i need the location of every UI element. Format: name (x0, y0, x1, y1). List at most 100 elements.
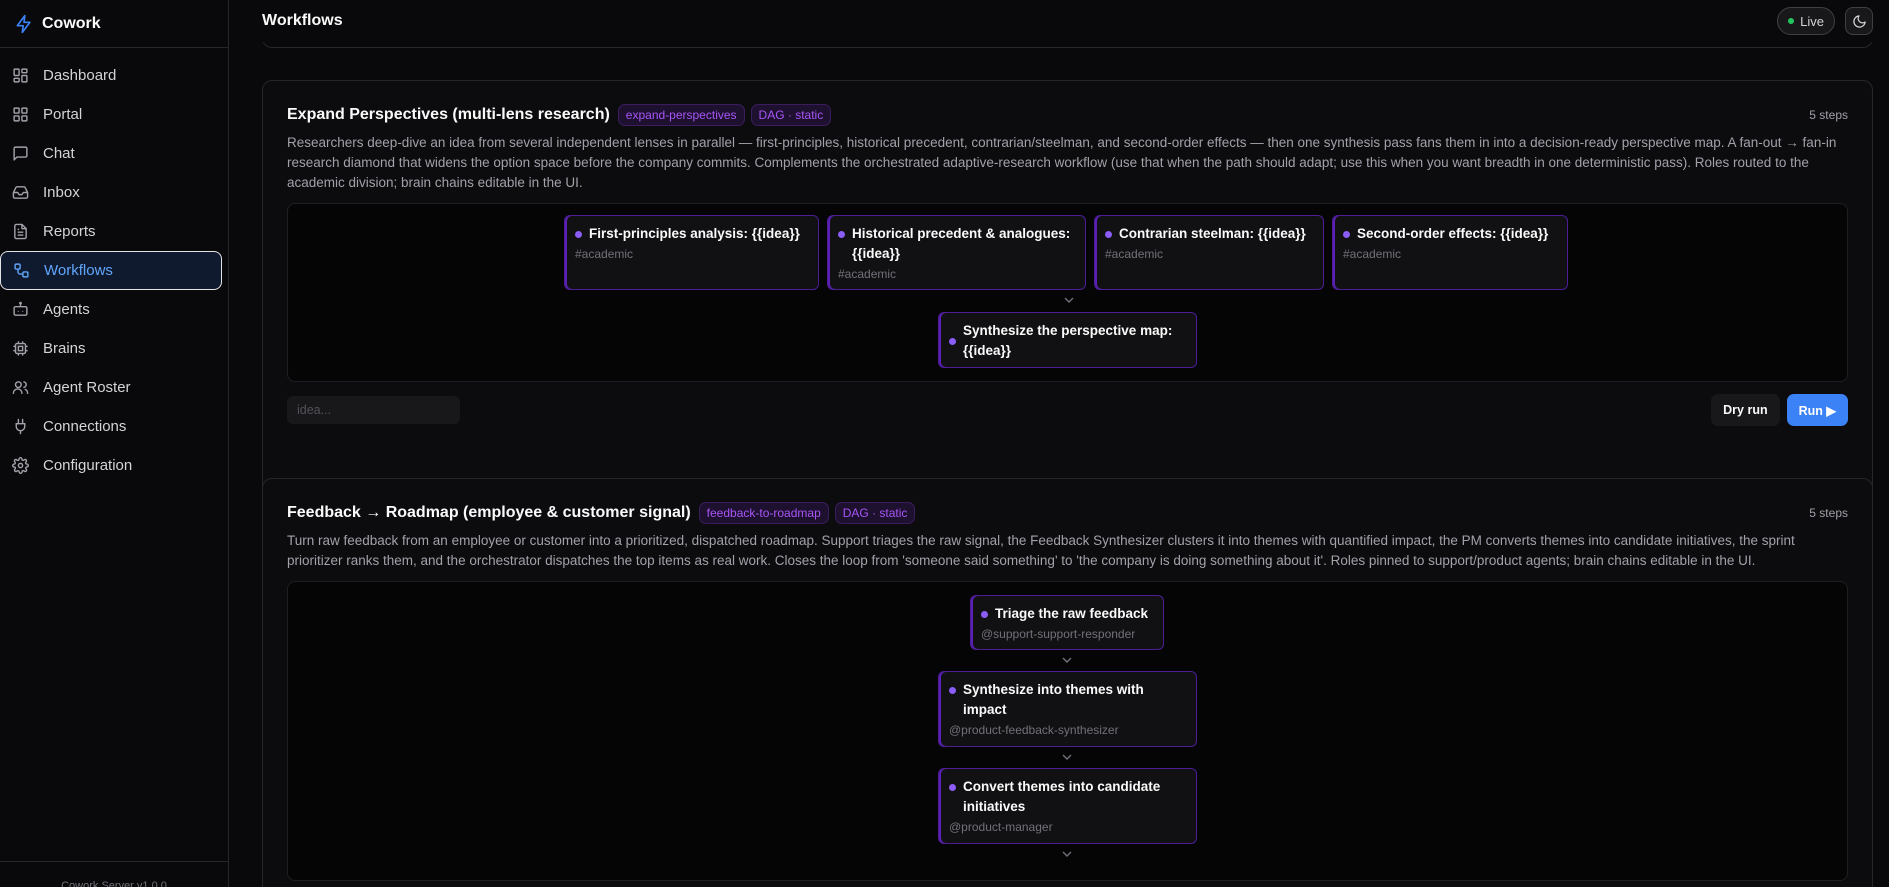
dag-node[interactable]: Historical precedent & analogues: {{idea… (827, 215, 1086, 290)
brand[interactable]: Cowork (0, 0, 228, 48)
sidebar-item-connections[interactable]: Connections (0, 407, 222, 446)
workflow-title: Feedback → Roadmap (employee & customer … (287, 504, 691, 521)
sidebar-item-label: Agent Roster (43, 379, 131, 396)
live-status-badge[interactable]: Live (1777, 7, 1835, 35)
workflow-card: Expand Perspectives (multi-lens research… (262, 80, 1873, 496)
sidebar-item-brains[interactable]: Brains (0, 329, 222, 368)
dag-node[interactable]: Synthesize the perspective map: {{idea}} (938, 312, 1197, 368)
workflows-list: Expand Perspectives (multi-lens research… (230, 42, 1889, 887)
sidebar-item-agents[interactable]: Agents (0, 290, 222, 329)
chat-icon (13, 146, 28, 161)
bot-icon (13, 301, 28, 316)
node-status-dot (949, 784, 956, 791)
top-header: Workflows Live (230, 0, 1889, 42)
dashboard-icon (13, 68, 28, 83)
grid-icon (13, 107, 28, 122)
gear-icon (12, 457, 29, 474)
sidebar-item-label: Dashboard (43, 67, 117, 84)
workflow-description: Turn raw feedback from an employee or cu… (287, 533, 1795, 568)
dag-node-tag: #academic (838, 267, 897, 281)
dry-run-button[interactable]: Dry run (1711, 394, 1780, 426)
dag-node-tag: #academic (1105, 247, 1164, 261)
sidebar-item-label: Configuration (43, 457, 133, 474)
sidebar-item-configuration[interactable]: Configuration (0, 446, 222, 485)
chevron-down-icon (1062, 657, 1072, 663)
dag-node[interactable]: Convert themes into candidate initiative… (938, 768, 1197, 844)
sidebar-item-portal[interactable]: Portal (0, 95, 222, 134)
page-title: Workflows (262, 12, 343, 29)
workflow-description: Researchers deep-dive an idea from sever… (287, 135, 1837, 190)
sidebar-item-chat[interactable]: Chat (0, 134, 222, 173)
workflow-dag: Triage the raw feedback @support-support… (287, 581, 1848, 881)
sidebar-item-label: Portal (43, 106, 83, 123)
node-status-dot (575, 231, 582, 238)
sidebar-item-label: Agents (43, 301, 90, 318)
sidebar: Cowork Dashboard Portal Chat Inbox Repor… (0, 0, 229, 887)
run-buttons: Dry run Run ▶ (1711, 394, 1848, 426)
dag-node-tag: @product-feedback-synthesizer (949, 723, 1119, 737)
dag-node-tag: @support-support-responder (981, 627, 1136, 641)
dag-node-title: Historical precedent & analogues: {{idea… (852, 226, 1071, 261)
chevron-down-icon (1062, 754, 1072, 760)
node-status-dot (1105, 231, 1112, 238)
live-status-dot (1788, 18, 1795, 24)
dag-node-title: Contrarian steelman: {{idea}} (1119, 226, 1306, 241)
sidebar-item-reports[interactable]: Reports (0, 212, 222, 251)
dag-node-title: Synthesize into themes with impact (963, 682, 1144, 717)
bolt-icon (16, 14, 31, 33)
dag-node-title: Second-order effects: {{idea}} (1357, 226, 1549, 241)
dag-node[interactable]: Triage the raw feedback @support-support… (970, 595, 1164, 650)
node-status-dot (838, 231, 845, 238)
sidebar-item-label: Chat (43, 145, 75, 162)
workflow-title: Expand Perspectives (multi-lens research… (287, 106, 610, 123)
run-button[interactable]: Run ▶ (1786, 394, 1848, 426)
workflow-slug-badge: feedback-to-roadmap (698, 502, 829, 524)
node-status-dot (949, 687, 956, 694)
dag-node-title: Synthesize the perspective map: {{idea}} (963, 323, 1173, 358)
sidebar-item-workflows[interactable]: Workflows (0, 251, 222, 290)
dag-node[interactable]: Synthesize into themes with impact @prod… (938, 671, 1197, 747)
brand-name: Cowork (42, 14, 101, 32)
sidebar-item-inbox[interactable]: Inbox (0, 173, 222, 212)
workflow-step-count: 5 steps (1809, 108, 1848, 122)
dag-node[interactable]: First-principles analysis: {{idea}} #aca… (564, 215, 819, 290)
workflow-card: Feedback → Roadmap (employee & customer … (262, 478, 1873, 887)
sidebar-item-agent-roster[interactable]: Agent Roster (0, 368, 222, 407)
sidebar-item-label: Reports (43, 223, 96, 240)
inbox-icon (12, 186, 29, 199)
sidebar-item-label: Connections (43, 418, 127, 435)
dag-node-tag: #academic (1343, 247, 1402, 261)
workflow-kind-badge: DAG · static (750, 104, 832, 126)
sidebar-item-label: Brains (43, 340, 86, 357)
dag-node-tag: @product-manager (949, 820, 1053, 834)
sidebar-item-label: Workflows (44, 262, 113, 279)
theme-toggle-button[interactable] (1845, 7, 1873, 35)
dag-node-title: Triage the raw feedback (995, 606, 1149, 621)
workflow-run-bar: Dry run Run ▶ (287, 394, 1848, 426)
dag-node[interactable]: Second-order effects: {{idea}} #academic (1332, 215, 1568, 290)
live-label: Live (1800, 13, 1824, 29)
workflow-slug-badge: expand-perspectives (617, 104, 745, 126)
dag-node[interactable]: Contrarian steelman: {{idea}} #academic (1094, 215, 1324, 290)
idea-input[interactable] (287, 396, 460, 424)
dag-node-title: First-principles analysis: {{idea}} (589, 226, 800, 241)
plug-icon (15, 418, 26, 435)
sidebar-item-dashboard[interactable]: Dashboard (0, 56, 222, 95)
server-version: Cowork Server v1.0.0 (0, 861, 228, 887)
cpu-icon (13, 341, 28, 356)
header-actions: Live (1777, 7, 1873, 35)
sidebar-nav: Dashboard Portal Chat Inbox Reports Work… (0, 48, 228, 485)
chevron-down-icon (1064, 297, 1074, 303)
sidebar-item-label: Inbox (43, 184, 80, 201)
report-icon (14, 223, 27, 240)
moon-icon (1852, 14, 1866, 28)
chevron-down-icon (1062, 851, 1072, 857)
dag-node-title: Convert themes into candidate initiative… (963, 779, 1161, 814)
workflow-kind-badge: DAG · static (834, 502, 916, 524)
workflow-dag: First-principles analysis: {{idea}} #aca… (287, 203, 1848, 382)
node-status-dot (981, 611, 988, 618)
workflow-card-header: Expand Perspectives (multi-lens research… (287, 103, 1848, 127)
workflow-step-count: 5 steps (1809, 506, 1848, 520)
node-status-dot (1343, 231, 1350, 238)
users-icon (12, 381, 29, 394)
